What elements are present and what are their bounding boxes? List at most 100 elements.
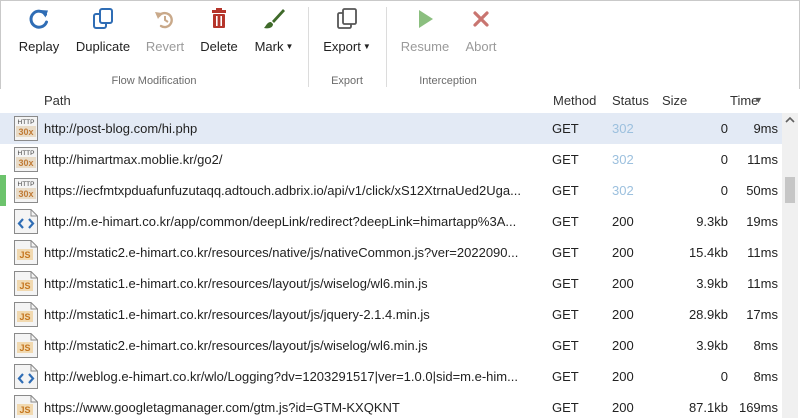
flow-time: 9ms xyxy=(753,121,778,136)
play-icon xyxy=(419,10,433,28)
delete-button[interactable]: Delete xyxy=(195,7,243,54)
flow-path: http://mstatic1.e-himart.co.kr/resources… xyxy=(44,276,428,291)
duplicate-button[interactable]: Duplicate xyxy=(71,7,135,54)
svg-text:HTTP: HTTP xyxy=(18,119,35,126)
flow-row[interactable]: JS https://www.googletagmanager.com/gtm.j… xyxy=(0,392,782,418)
resume-button[interactable]: Resume xyxy=(397,7,453,54)
flow-path: http://post-blog.com/hi.php xyxy=(44,121,198,136)
sort-desc-icon[interactable]: ▼ xyxy=(754,95,763,105)
flow-row[interactable]: HTTP 30x http://post-blog.com/hi.php GET 302… xyxy=(0,113,782,144)
duplicate-icon xyxy=(93,8,113,29)
flow-mark-indicator xyxy=(0,175,6,206)
copy-icon xyxy=(337,8,357,29)
flow-time: 8ms xyxy=(753,369,778,384)
flow-row[interactable]: JS http://mstatic2.e-himart.co.kr/resourc… xyxy=(0,237,782,268)
flow-method: GET xyxy=(552,400,579,415)
http-30x-icon: HTTP 30x xyxy=(14,178,38,203)
interception-label: Interception xyxy=(419,75,477,87)
column-path[interactable]: Path xyxy=(44,93,71,108)
toolbar: Replay Duplicate Revert Delete Mark ▼ Fl… xyxy=(0,0,800,90)
flow-method: GET xyxy=(552,369,579,384)
flow-time: 50ms xyxy=(746,183,778,198)
export-label: Export ▼ xyxy=(323,39,371,54)
flow-modification-label: Flow Modification xyxy=(111,75,197,87)
flow-size: 9.3kb xyxy=(696,214,728,229)
export-button[interactable]: Export ▼ xyxy=(321,7,373,54)
svg-text:HTTP: HTTP xyxy=(18,150,35,157)
column-size[interactable]: Size xyxy=(662,93,687,108)
x-icon xyxy=(473,11,489,27)
flow-status: 200 xyxy=(612,214,634,229)
svg-text:30x: 30x xyxy=(18,127,33,137)
column-status[interactable]: Status xyxy=(612,93,649,108)
export-group: Export ▼ Export xyxy=(309,1,385,89)
flow-time: 11ms xyxy=(747,276,778,291)
flow-method: GET xyxy=(552,183,579,198)
flow-row[interactable]: HTTP 30x http://himartmax.moblie.kr/go2/GE… xyxy=(0,144,782,175)
scrollbar-thumb[interactable] xyxy=(785,177,795,203)
flow-path: https://www.googletagmanager.com/gtm.js?… xyxy=(44,400,400,415)
flow-time: 8ms xyxy=(753,338,778,353)
flow-row[interactable]: JS http://mstatic1.e-himart.co.kr/resourc… xyxy=(0,299,782,330)
abort-button[interactable]: Abort xyxy=(459,7,503,54)
flow-row[interactable]: HTTP 30x https://iecfmtxpduafunfuzutaqq.ad… xyxy=(0,175,782,206)
flow-size: 15.4kb xyxy=(688,245,728,260)
flow-method: GET xyxy=(552,276,579,291)
flow-row[interactable]: JS http://mstatic2.e-himart.co.kr/resourc… xyxy=(0,330,782,361)
js-icon: JS xyxy=(14,395,38,418)
flow-method: GET xyxy=(552,307,579,322)
column-method[interactable]: Method xyxy=(553,93,596,108)
replay-icon xyxy=(29,9,48,29)
flow-time: 19ms xyxy=(746,214,778,229)
flow-method: GET xyxy=(552,152,579,167)
resume-label: Resume xyxy=(400,39,450,54)
flow-path: http://mstatic2.e-himart.co.kr/resources… xyxy=(44,338,428,353)
flow-time: 169ms xyxy=(738,400,778,415)
flow-status: 302 xyxy=(612,152,634,167)
flow-row[interactable]: http://weblog.e-himart.co.kr/wlo/Logging… xyxy=(0,361,782,392)
flow-status: 200 xyxy=(612,245,634,260)
flow-status: 200 xyxy=(612,400,634,415)
flow-row[interactable]: http://m.e-himart.co.kr/app/common/deepL… xyxy=(0,206,782,237)
flow-size: 3.9kb xyxy=(696,338,728,353)
chevron-down-icon: ▼ xyxy=(285,42,294,51)
revert-button[interactable]: Revert xyxy=(141,7,189,54)
flow-size: 87.1kb xyxy=(688,400,728,415)
flow-size: 0 xyxy=(720,183,728,198)
revert-icon xyxy=(155,11,173,29)
flow-path: http://himartmax.moblie.kr/go2/ xyxy=(44,152,223,167)
flow-path: http://mstatic2.e-himart.co.kr/resources… xyxy=(44,245,519,260)
flow-status: 200 xyxy=(612,276,634,291)
paintbrush-icon xyxy=(264,9,285,29)
flow-size: 0 xyxy=(720,121,728,136)
http-30x-icon: HTTP 30x xyxy=(14,116,38,141)
svg-text:JS: JS xyxy=(19,405,30,415)
vertical-scrollbar[interactable] xyxy=(782,113,798,418)
flow-path: http://weblog.e-himart.co.kr/wlo/Logging… xyxy=(44,369,518,384)
flow-status: 302 xyxy=(612,183,634,198)
flow-time: 17ms xyxy=(746,307,778,322)
flow-path: https://iecfmtxpduafunfuzutaqq.adtouch.a… xyxy=(44,183,521,198)
delete-label: Delete xyxy=(200,39,238,54)
flow-list: HTTP 30x http://post-blog.com/hi.php GET 302… xyxy=(0,113,782,418)
flow-method: GET xyxy=(552,245,579,260)
code-icon xyxy=(14,209,38,234)
export-group-label: Export xyxy=(331,75,363,87)
http-30x-icon: HTTP 30x xyxy=(14,147,38,172)
js-icon: JS xyxy=(14,302,38,327)
flow-size: 0 xyxy=(720,152,728,167)
flow-row[interactable]: JS http://mstatic1.e-himart.co.kr/resourc… xyxy=(0,268,782,299)
js-icon: JS xyxy=(14,333,38,358)
flow-size: 28.9kb xyxy=(688,307,728,322)
revert-label: Revert xyxy=(145,39,185,54)
replay-button[interactable]: Replay xyxy=(13,7,65,54)
flow-status: 200 xyxy=(612,338,634,353)
flow-table-header: Path Method Status Size Time ▼ xyxy=(0,89,800,112)
scroll-up-icon[interactable] xyxy=(782,113,798,127)
duplicate-label: Duplicate xyxy=(75,39,131,54)
flow-status: 200 xyxy=(612,369,634,384)
svg-text:JS: JS xyxy=(19,312,30,322)
mark-label: Mark ▼ xyxy=(254,39,294,54)
svg-text:HTTP: HTTP xyxy=(18,181,35,188)
mark-button[interactable]: Mark ▼ xyxy=(249,7,299,54)
